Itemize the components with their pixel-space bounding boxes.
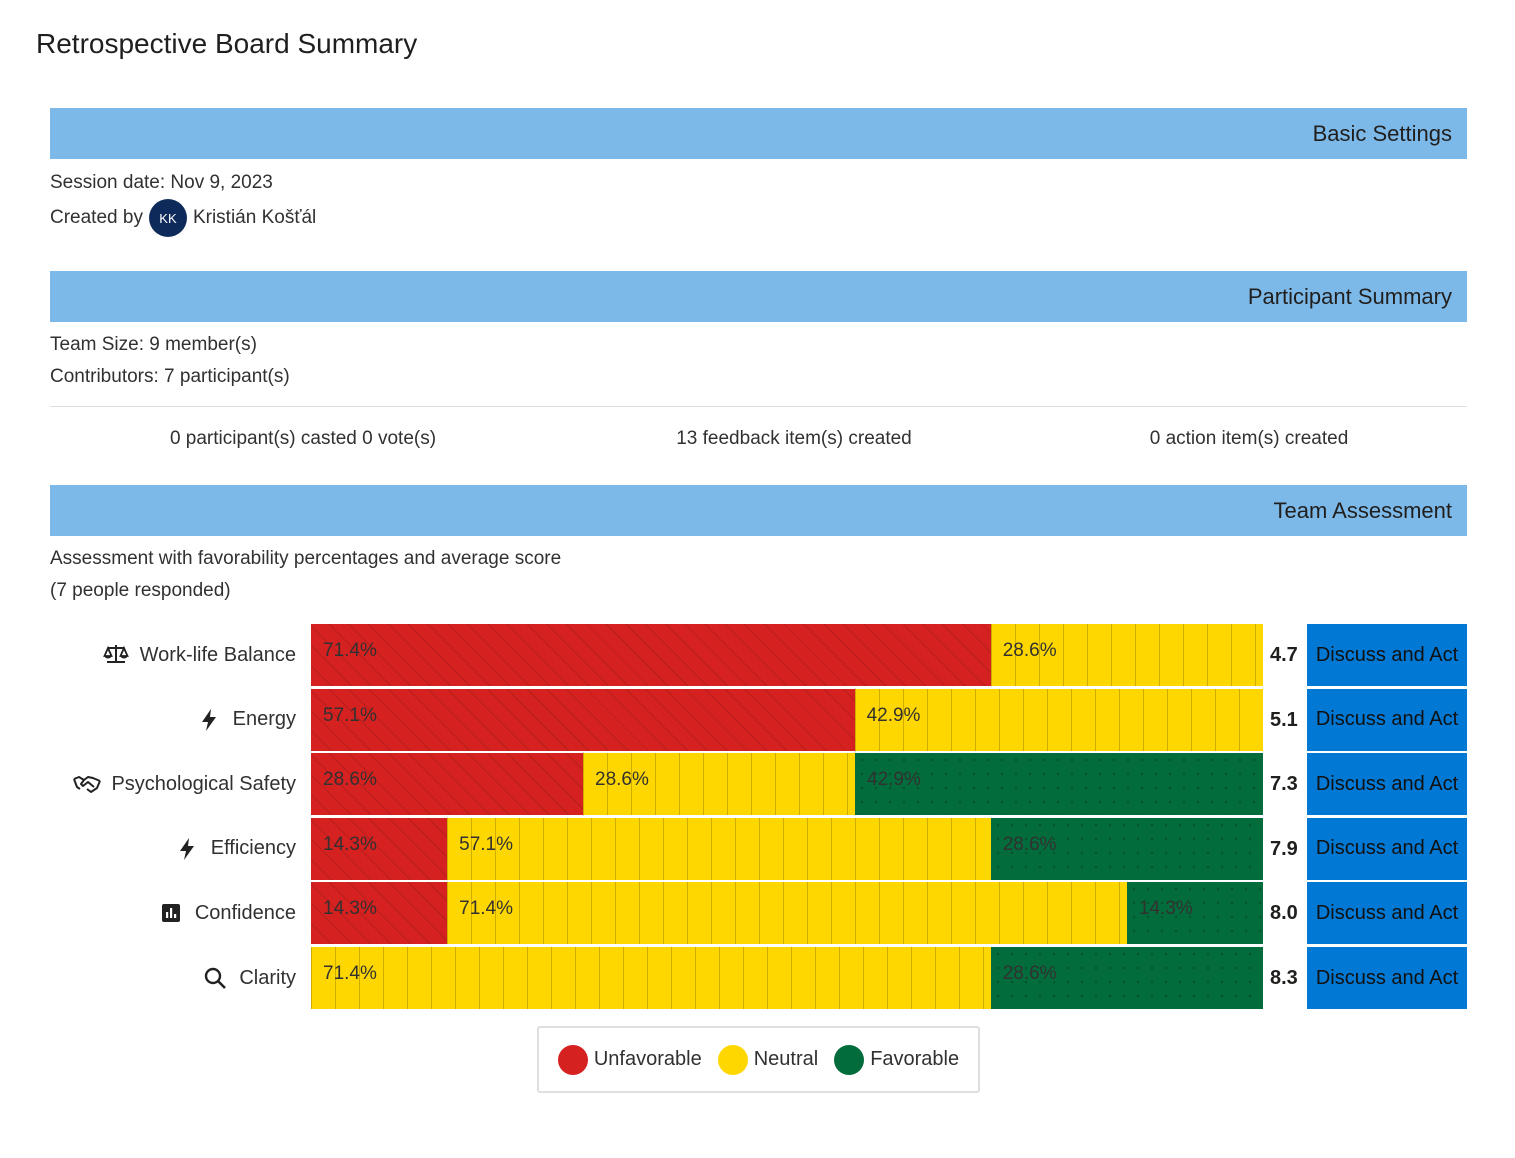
category-label: Work-life Balance bbox=[139, 643, 296, 666]
avatar: KK bbox=[148, 199, 187, 237]
bar-segment-neutral: 28.6% bbox=[990, 624, 1263, 686]
discuss-and-act-button[interactable]: Discuss and Act bbox=[1307, 753, 1467, 816]
data-label: 42.9% bbox=[866, 704, 921, 726]
divider bbox=[50, 406, 1467, 407]
bar-segment-neutral: 57.1% bbox=[447, 817, 991, 880]
assessment-description: Assessment with favorability percentages… bbox=[50, 548, 562, 569]
data-label: 71.4% bbox=[459, 898, 513, 920]
stacked-bar: 57.1% 42.9% bbox=[311, 688, 1263, 751]
legend-label: Unfavorable bbox=[593, 1048, 702, 1070]
created-by-label: Created by bbox=[50, 207, 143, 228]
bar-segment-unfavorable: 71.4% bbox=[311, 624, 991, 686]
legend-item-unfavorable: Unfavorable bbox=[557, 1044, 702, 1075]
category-label: Clarity bbox=[239, 966, 296, 989]
assessment-row: Energy 57.1% 42.9% 5.1 Discuss and Act bbox=[0, 688, 1515, 751]
discuss-and-act-button[interactable]: Discuss and Act bbox=[1307, 817, 1467, 880]
votes-stat: 0 participant(s) casted 0 vote(s) bbox=[169, 428, 437, 449]
average-score: 7.9 bbox=[1270, 837, 1298, 860]
bar-segment-unfavorable: 14.3% bbox=[311, 817, 448, 880]
bar-segment-neutral: 71.4% bbox=[311, 947, 991, 1009]
legend-label: Neutral bbox=[753, 1048, 819, 1070]
data-label: 71.4% bbox=[323, 640, 377, 661]
stacked-bar: 71.4% 28.6% bbox=[311, 624, 1263, 686]
bar-segment-favorable: 42.9% bbox=[855, 753, 1263, 816]
chart-box-icon bbox=[157, 900, 185, 926]
average-score: 7.3 bbox=[1270, 773, 1298, 796]
data-label: 57.1% bbox=[323, 704, 377, 726]
bar-segment-unfavorable: 28.6% bbox=[311, 753, 583, 816]
data-label: 42.9% bbox=[867, 769, 921, 791]
stacked-bar: 14.3% 71.4% 14.3% bbox=[311, 882, 1263, 945]
bar-segment-favorable: 28.6% bbox=[990, 817, 1263, 880]
category-label: Energy bbox=[232, 708, 296, 731]
chart-legend: Unfavorable Neutral Favorable bbox=[537, 1026, 980, 1093]
creator-name: Kristián Košťál bbox=[192, 207, 317, 228]
actions-stat: 0 action item(s) created bbox=[1149, 428, 1349, 449]
assessment-row: Efficiency 14.3% 57.1% 28.6% 7.9 Discuss and … bbox=[0, 817, 1515, 880]
legend-label: Favorable bbox=[870, 1048, 960, 1070]
legend-swatch-favorable bbox=[834, 1044, 865, 1075]
data-label: 28.6% bbox=[323, 769, 377, 791]
data-label: 28.6% bbox=[1002, 833, 1057, 855]
legend-swatch-unfavorable bbox=[557, 1044, 588, 1075]
legend-swatch-neutral bbox=[717, 1044, 748, 1075]
contributors: Contributors: 7 participant(s) bbox=[50, 366, 290, 387]
bar-segment-neutral: 42.9% bbox=[854, 688, 1263, 751]
assessment-row-label: Psychological Safety bbox=[73, 753, 296, 815]
search-icon bbox=[201, 965, 229, 991]
discuss-and-act-button[interactable]: Discuss and Act bbox=[1307, 688, 1467, 751]
bar-segment-unfavorable: 14.3% bbox=[311, 882, 448, 945]
section-header-basic-settings: Basic Settings bbox=[50, 108, 1467, 159]
discuss-and-act-button[interactable]: Discuss and Act bbox=[1307, 624, 1467, 686]
data-label: 57.1% bbox=[459, 833, 513, 855]
data-label: 14.3% bbox=[1138, 898, 1193, 920]
average-score: 8.3 bbox=[1270, 967, 1298, 989]
category-label: Efficiency bbox=[210, 837, 296, 860]
bar-segment-neutral: 28.6% bbox=[583, 753, 855, 816]
data-label: 28.6% bbox=[595, 769, 649, 791]
discuss-and-act-button[interactable]: Discuss and Act bbox=[1307, 882, 1467, 945]
bar-segment-favorable: 14.3% bbox=[1126, 882, 1263, 945]
section-header-team-assessment: Team Assessment bbox=[50, 485, 1467, 536]
created-by-row: Created by KK Kristián Košťál bbox=[50, 199, 317, 237]
legend-item-neutral: Neutral bbox=[717, 1044, 819, 1075]
assessment-row-label: Work-life Balance bbox=[102, 624, 296, 686]
category-label: Psychological Safety bbox=[111, 772, 296, 795]
feedback-stat: 13 feedback item(s) created bbox=[676, 428, 912, 449]
stacked-bar: 28.6% 28.6% 42.9% bbox=[311, 753, 1263, 816]
section-header-participant-summary: Participant Summary bbox=[50, 271, 1467, 322]
assessment-row: Confidence 14.3% 71.4% 14.3% 8.0 Discuss and … bbox=[0, 882, 1515, 945]
data-label: 71.4% bbox=[323, 963, 377, 984]
average-score: 5.1 bbox=[1270, 708, 1298, 731]
session-date: Session date: Nov 9, 2023 bbox=[50, 172, 273, 193]
assessment-responded: (7 people responded) bbox=[50, 580, 231, 601]
bar-segment-neutral: 71.4% bbox=[447, 882, 1127, 945]
assessment-row-label: Efficiency bbox=[173, 818, 296, 880]
assessment-row: Work-life Balance 71.4% 28.6% 4.7 Discuss an… bbox=[0, 624, 1515, 686]
assessment-row: Clarity 71.4% 28.6% 8.3 Discuss and Act bbox=[0, 947, 1515, 1009]
assessment-row-label: Energy bbox=[195, 689, 296, 751]
average-score: 8.0 bbox=[1270, 902, 1298, 925]
assessment-row-label: Clarity bbox=[201, 947, 296, 1009]
stacked-bar: 71.4% 28.6% bbox=[311, 947, 1263, 1009]
category-label: Confidence bbox=[194, 901, 296, 924]
data-label: 28.6% bbox=[1002, 963, 1057, 984]
team-size: Team Size: 9 member(s) bbox=[50, 334, 257, 355]
handshake-icon bbox=[73, 771, 102, 797]
data-label: 14.3% bbox=[323, 833, 377, 855]
average-score: 4.7 bbox=[1270, 644, 1298, 666]
discuss-and-act-button[interactable]: Discuss and Act bbox=[1307, 947, 1467, 1009]
lightning-icon bbox=[173, 836, 201, 862]
legend-item-favorable: Favorable bbox=[834, 1044, 960, 1075]
data-label: 14.3% bbox=[323, 898, 377, 920]
page-title: Retrospective Board Summary bbox=[36, 28, 418, 59]
assessment-row-label: Confidence bbox=[157, 882, 296, 944]
bar-segment-unfavorable: 57.1% bbox=[311, 688, 855, 751]
assessment-row: Psychological Safety 28.6% 28.6% 42.9% 7.3 Di… bbox=[0, 753, 1515, 816]
data-label: 28.6% bbox=[1002, 640, 1057, 661]
lightning-icon bbox=[195, 707, 223, 733]
stacked-bar: 14.3% 57.1% 28.6% bbox=[311, 817, 1263, 880]
scale-icon bbox=[102, 642, 130, 668]
bar-segment-favorable: 28.6% bbox=[990, 947, 1263, 1009]
